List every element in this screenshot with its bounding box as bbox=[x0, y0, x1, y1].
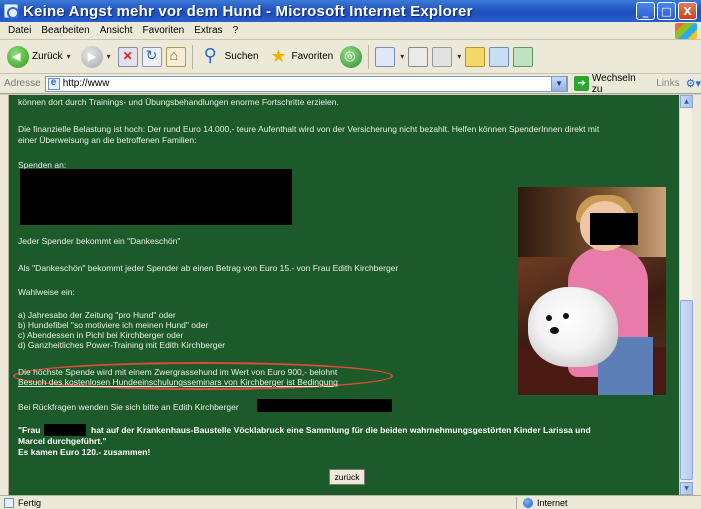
redacted-name bbox=[44, 424, 86, 436]
zone-label: Internet bbox=[537, 498, 568, 508]
back-arrow-icon bbox=[7, 45, 29, 68]
quote-text: hat auf der Krankenhaus-Baustelle Vöckla… bbox=[91, 425, 591, 435]
ie-icon bbox=[4, 4, 19, 19]
refresh-icon[interactable] bbox=[141, 46, 162, 67]
media-icon[interactable] bbox=[340, 45, 363, 68]
right-frame-border bbox=[692, 95, 701, 495]
page-content: können dort durch Trainings- und Übungsb… bbox=[9, 95, 679, 495]
go-label: Wechseln zu bbox=[591, 72, 636, 95]
photo-dog-nose bbox=[550, 327, 559, 334]
finance-text-line2: einer Überweisung an die betroffenen Fam… bbox=[18, 135, 197, 145]
address-dropdown-icon[interactable]: ▼ bbox=[551, 75, 568, 92]
page-status-icon bbox=[4, 497, 14, 508]
left-frame-border bbox=[0, 95, 9, 495]
status-text: Fertig bbox=[18, 497, 42, 508]
result-text: Es kamen Euro 120.- zusammen! bbox=[18, 447, 151, 457]
globe-icon bbox=[523, 498, 533, 508]
address-label: Adresse bbox=[4, 78, 41, 89]
star-icon bbox=[269, 46, 289, 67]
edit-dropdown-icon[interactable]: ▾ bbox=[457, 52, 461, 61]
option-d: d) Ganzheitliches Power-Training mit Edi… bbox=[18, 340, 226, 350]
back-page-button[interactable]: zurück bbox=[329, 469, 365, 485]
go-arrow-icon: ➔ bbox=[574, 76, 589, 91]
close-button[interactable]: X bbox=[678, 2, 697, 20]
vertical-scrollbar[interactable]: ▲ ▼ bbox=[679, 95, 693, 495]
scrollbar-thumb[interactable] bbox=[680, 300, 693, 480]
security-zone: Internet bbox=[516, 497, 568, 509]
minimize-button[interactable]: _ bbox=[636, 2, 655, 20]
menu-bar: Datei Bearbeiten Ansicht Favoriten Extra… bbox=[0, 22, 701, 40]
windows-logo-icon bbox=[675, 23, 697, 39]
menu-favoriten[interactable]: Favoriten bbox=[138, 25, 190, 36]
scroll-up-arrow-icon[interactable]: ▲ bbox=[680, 95, 693, 108]
photo-dog-eye bbox=[546, 315, 552, 321]
toolbar-extension-icon[interactable]: ⚙▾ bbox=[686, 77, 701, 90]
url-input[interactable] bbox=[62, 78, 543, 89]
child-with-dog-photo bbox=[518, 187, 666, 395]
menu-extras[interactable]: Extras bbox=[189, 25, 227, 36]
home-icon[interactable] bbox=[165, 46, 186, 67]
redacted-contact bbox=[257, 399, 392, 412]
maximize-button[interactable]: □ bbox=[657, 2, 676, 20]
messenger-icon[interactable] bbox=[489, 46, 510, 67]
menu-datei[interactable]: Datei bbox=[3, 25, 36, 36]
thank-you-line: Jeder Spender bekommt ein "Dankeschön" bbox=[18, 236, 181, 246]
menu-ansicht[interactable]: Ansicht bbox=[95, 25, 138, 36]
forward-dropdown-icon[interactable]: ▾ bbox=[107, 52, 111, 61]
search-icon bbox=[202, 45, 222, 67]
toolbar-separator bbox=[368, 44, 370, 69]
menu-help[interactable]: ? bbox=[228, 25, 244, 36]
window-titlebar[interactable]: Keine Angst mehr vor dem Hund - Microsof… bbox=[0, 0, 701, 22]
thank-you-detail: Als "Dankeschön" bekommt jeder Spender a… bbox=[18, 263, 399, 273]
status-bar: Fertig Internet bbox=[0, 495, 701, 509]
search-button[interactable]: Suchen bbox=[199, 44, 262, 70]
photo-face-redaction bbox=[590, 213, 638, 245]
toolbar: Zurück ▾ ▾ Suchen Favoriten ▾ ▾ bbox=[0, 40, 701, 74]
window-controls: _ □ X bbox=[636, 2, 697, 20]
forward-button[interactable]: ▾ bbox=[78, 44, 114, 70]
print-icon[interactable] bbox=[408, 46, 429, 67]
folder-icon[interactable] bbox=[465, 46, 486, 67]
go-button[interactable]: ➔ Wechseln zu bbox=[574, 73, 648, 95]
contact-text: Bei Rückfragen wenden Sie sich bitte an … bbox=[18, 402, 239, 412]
back-label: Zurück bbox=[32, 51, 63, 62]
quote-start: "Frau bbox=[18, 425, 41, 435]
photo-dog bbox=[528, 287, 618, 367]
options-heading: Wahlweise ein: bbox=[18, 287, 75, 297]
redacted-bank-details bbox=[20, 169, 292, 225]
history-dropdown-icon[interactable]: ▾ bbox=[400, 52, 404, 61]
history-icon[interactable] bbox=[375, 46, 396, 67]
address-bar: Adresse ▼ ➔ Wechseln zu Links ⚙▾ bbox=[0, 73, 701, 95]
scroll-down-arrow-icon[interactable]: ▼ bbox=[680, 482, 693, 495]
page-icon bbox=[47, 77, 60, 90]
photo-dog-eye bbox=[563, 313, 569, 319]
discuss-icon[interactable] bbox=[513, 46, 534, 67]
back-dropdown-icon[interactable]: ▾ bbox=[67, 52, 71, 61]
forward-arrow-icon bbox=[80, 45, 103, 68]
finance-text-line1: Die finanzielle Belastung ist hoch: Der … bbox=[18, 124, 600, 134]
address-field[interactable]: ▼ bbox=[44, 75, 569, 92]
favorites-label: Favoriten bbox=[291, 51, 334, 62]
menu-bearbeiten[interactable]: Bearbeiten bbox=[36, 25, 94, 36]
favorites-button[interactable]: Favoriten bbox=[266, 44, 337, 70]
edit-icon[interactable] bbox=[432, 46, 453, 67]
search-label: Suchen bbox=[224, 51, 259, 62]
quote-end: Marcel durchgeführt." bbox=[18, 436, 107, 446]
back-button[interactable]: Zurück ▾ bbox=[4, 44, 74, 70]
stop-icon[interactable] bbox=[117, 46, 138, 67]
window-title: Keine Angst mehr vor dem Hund - Microsof… bbox=[23, 2, 473, 20]
toolbar-separator bbox=[191, 44, 193, 69]
seminar-condition-text: Besuch des kostenlosen Hundeeinschulungs… bbox=[18, 377, 338, 387]
intro-text: können dort durch Trainings- und Übungsb… bbox=[18, 97, 339, 107]
links-toolbar[interactable]: Links bbox=[656, 78, 679, 89]
